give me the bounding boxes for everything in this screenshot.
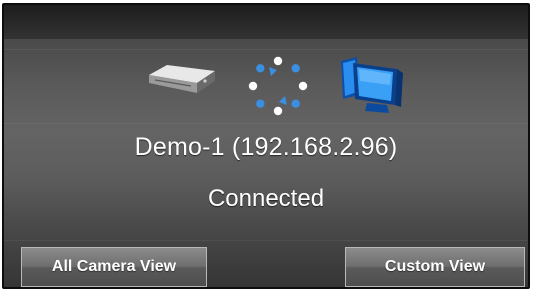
custom-view-button[interactable]: Custom View xyxy=(345,247,525,287)
network-device-icon xyxy=(149,65,215,93)
connection-panel: Demo-1 (192.168.2.96) Connected All Came… xyxy=(2,3,530,289)
connection-icons-row xyxy=(4,55,528,116)
scanline xyxy=(4,123,528,124)
sync-icon xyxy=(248,56,308,116)
scanline xyxy=(4,240,528,241)
connection-status: Connected xyxy=(207,185,325,212)
device-name: Demo-1 (192.168.2.96) xyxy=(134,133,398,161)
monitor-icon xyxy=(341,57,403,113)
all-camera-view-button[interactable]: All Camera View xyxy=(21,247,207,287)
panel-top-strip xyxy=(4,5,528,39)
scanline xyxy=(4,49,528,50)
